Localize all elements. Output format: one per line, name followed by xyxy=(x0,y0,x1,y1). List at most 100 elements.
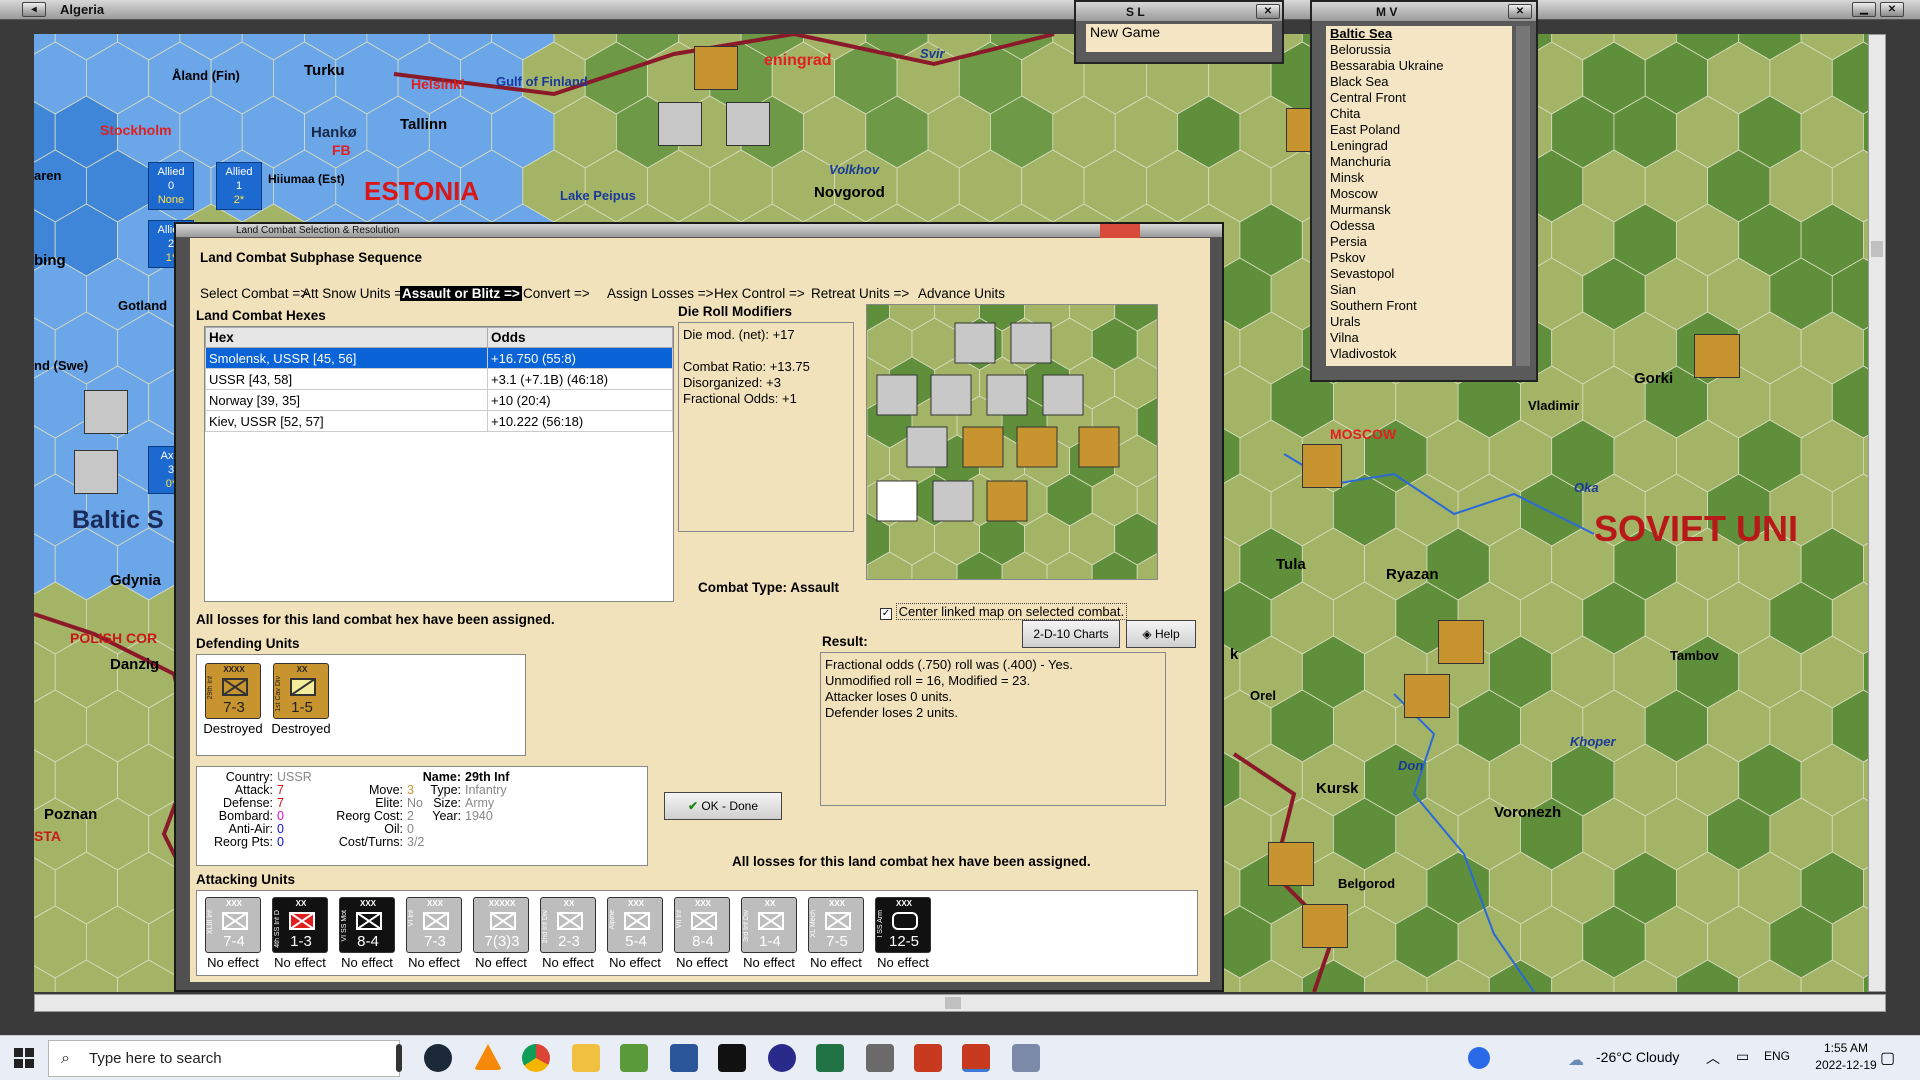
language-indicator[interactable]: ENG xyxy=(1764,1049,1790,1063)
unit-counter[interactable]: XX 3rd Inf Div 1-4 xyxy=(741,897,797,953)
excel-icon[interactable] xyxy=(816,1044,844,1072)
region-item[interactable]: Belorussia xyxy=(1326,42,1512,58)
clock[interactable]: 1:55 AM 2022-12-19 xyxy=(1806,1040,1886,1074)
map-unit-counter[interactable] xyxy=(1694,334,1740,378)
region-item[interactable]: Moscow xyxy=(1326,186,1512,202)
col-odds[interactable]: Odds xyxy=(487,327,673,348)
sequence-step[interactable]: Advance Units xyxy=(918,286,1005,301)
map-unit-counter[interactable] xyxy=(1302,904,1348,948)
scroll-thumb[interactable] xyxy=(945,997,961,1009)
map-unit-counter[interactable] xyxy=(74,450,118,494)
menu-icon[interactable]: ◂ xyxy=(22,2,46,17)
windows-start-icon[interactable] xyxy=(14,1048,34,1068)
close-icon[interactable]: ✕ xyxy=(1508,4,1532,19)
chrome-icon[interactable] xyxy=(522,1044,550,1072)
sequence-step[interactable]: Assault or Blitz => xyxy=(400,286,522,301)
unit-counter[interactable]: XX 1st Cav Div 1-5 xyxy=(273,663,329,719)
center-map-checkbox[interactable]: ✓ xyxy=(880,608,892,620)
charts-button[interactable]: 2-D-10 Charts xyxy=(1022,620,1120,648)
vlc-icon[interactable] xyxy=(474,1044,502,1070)
steam-icon[interactable] xyxy=(424,1044,452,1072)
region-item[interactable]: Pskov xyxy=(1326,250,1512,266)
unit-counter[interactable]: XXXXX 7(3)3 xyxy=(473,897,529,953)
file-explorer-icon[interactable] xyxy=(572,1044,600,1072)
region-item[interactable]: Vilna xyxy=(1326,330,1512,346)
allied-box-0[interactable]: Allied 0 None xyxy=(148,162,194,210)
center-map-checkbox-row[interactable]: ✓ Center linked map on selected combat. xyxy=(880,603,1128,620)
region-item[interactable]: Persia xyxy=(1326,234,1512,250)
map-unit-counter[interactable] xyxy=(1268,842,1314,886)
region-item[interactable]: East Poland xyxy=(1326,122,1512,138)
unit-counter[interactable]: XXX VI Inf 7-3 xyxy=(406,897,462,953)
close-icon[interactable] xyxy=(1100,224,1140,238)
weather-text[interactable]: -26°C Cloudy xyxy=(1596,1049,1679,1065)
taskview-icon[interactable] xyxy=(396,1044,402,1072)
sequence-step[interactable]: Select Combat => xyxy=(200,286,308,301)
region-item[interactable]: Southern Front xyxy=(1326,298,1512,314)
unit-counter[interactable]: XXX XLIII Inf 7-4 xyxy=(205,897,261,953)
region-item[interactable]: Vladivostok xyxy=(1326,346,1512,362)
sl-window-titlebar[interactable]: S L ✕ xyxy=(1076,2,1282,22)
unit-counter[interactable]: XXX I SS Arm 12-5 xyxy=(875,897,931,953)
region-item[interactable]: Urals xyxy=(1326,314,1512,330)
map-vertical-scrollbar[interactable] xyxy=(1868,34,1886,992)
map-unit-counter[interactable] xyxy=(84,390,128,434)
new-game-item[interactable]: New Game xyxy=(1086,24,1272,40)
mv-window-titlebar[interactable]: M V ✕ xyxy=(1312,2,1536,22)
game-active-icon[interactable] xyxy=(962,1044,990,1072)
dialog-titlebar[interactable]: Land Combat Selection & Resolution xyxy=(176,224,1222,238)
map-unit-counter[interactable] xyxy=(694,46,738,90)
map-unit-counter[interactable] xyxy=(1404,674,1450,718)
region-item[interactable]: Minsk xyxy=(1326,170,1512,186)
chevron-up-icon[interactable]: ︿ xyxy=(1706,1048,1720,1068)
unit-counter[interactable]: XXX Alpine 5-4 xyxy=(607,897,663,953)
unit-counter[interactable]: XXX VI SS Mot 8-4 xyxy=(339,897,395,953)
close-icon[interactable]: ✕ xyxy=(1256,4,1280,19)
map-window-titlebar[interactable]: Algeria ◂ ▁ ✕ xyxy=(0,0,1920,20)
table-row[interactable]: USSR [43, 58] +3.1 (+7.1B) (46:18) xyxy=(205,368,673,390)
sequence-step[interactable]: Hex Control => xyxy=(714,286,805,301)
sequence-step[interactable]: Convert => xyxy=(523,286,590,301)
close-icon[interactable]: ✕ xyxy=(1880,2,1904,17)
table-row[interactable]: Smolensk, USSR [45, 56] +16.750 (55:8) xyxy=(205,347,673,369)
region-item[interactable]: Manchuria xyxy=(1326,154,1512,170)
unit-counter[interactable]: XXX XL Mech 7-5 xyxy=(808,897,864,953)
scroll-thumb[interactable] xyxy=(1871,241,1883,257)
sequence-step[interactable]: Retreat Units => xyxy=(811,286,909,301)
mini-map[interactable] xyxy=(866,304,1158,580)
notepad-icon[interactable] xyxy=(620,1044,648,1072)
region-item[interactable]: Sian xyxy=(1326,282,1512,298)
unit-counter[interactable]: XXXX 29th Inf 7-3 xyxy=(205,663,261,719)
unit-counter[interactable]: XX 2nd Inf Div 2-3 xyxy=(540,897,596,953)
region-item[interactable]: Murmansk xyxy=(1326,202,1512,218)
allied-box-1[interactable]: Allied 1 2* xyxy=(216,162,262,210)
table-row[interactable]: Norway [39, 35] +10 (20:4) xyxy=(205,389,673,411)
network-icon[interactable]: ▭ xyxy=(1736,1048,1749,1065)
map-unit-counter[interactable] xyxy=(658,102,702,146)
region-item[interactable]: Baltic Sea xyxy=(1326,26,1512,42)
taskbar-search-box[interactable]: ⌕ Type here to search xyxy=(48,1040,400,1077)
game-icon[interactable] xyxy=(914,1044,942,1072)
region-item[interactable]: Black Sea xyxy=(1326,74,1512,90)
region-item[interactable]: Bessarabia Ukraine xyxy=(1326,58,1512,74)
region-item[interactable]: Sevastopol xyxy=(1326,266,1512,282)
region-item[interactable]: Chita xyxy=(1326,106,1512,122)
table-row[interactable]: Kiev, USSR [52, 57] +10.222 (56:18) xyxy=(205,410,673,432)
help-button[interactable]: ◈ Help xyxy=(1126,620,1196,648)
app-window-icon[interactable] xyxy=(1012,1044,1040,1072)
map-horizontal-scrollbar[interactable] xyxy=(34,994,1886,1012)
unit-counter[interactable]: XX 4th SS Inf D 1-3 xyxy=(272,897,328,953)
region-item[interactable]: Odessa xyxy=(1326,218,1512,234)
help-tray-icon[interactable] xyxy=(1468,1047,1490,1069)
word-icon[interactable] xyxy=(670,1044,698,1072)
disney-icon[interactable] xyxy=(768,1044,796,1072)
col-hex[interactable]: Hex xyxy=(205,327,488,348)
region-item[interactable]: Leningrad xyxy=(1326,138,1512,154)
calculator-icon[interactable] xyxy=(866,1044,894,1072)
netflix-icon[interactable] xyxy=(718,1044,746,1072)
notification-icon[interactable]: ▢ xyxy=(1880,1048,1895,1068)
mv-scrollbar[interactable] xyxy=(1516,26,1530,366)
map-unit-counter[interactable] xyxy=(1302,444,1342,488)
sequence-step[interactable]: Assign Losses => xyxy=(607,286,714,301)
ok-done-button[interactable]: ✔ OK - Done xyxy=(664,792,782,820)
